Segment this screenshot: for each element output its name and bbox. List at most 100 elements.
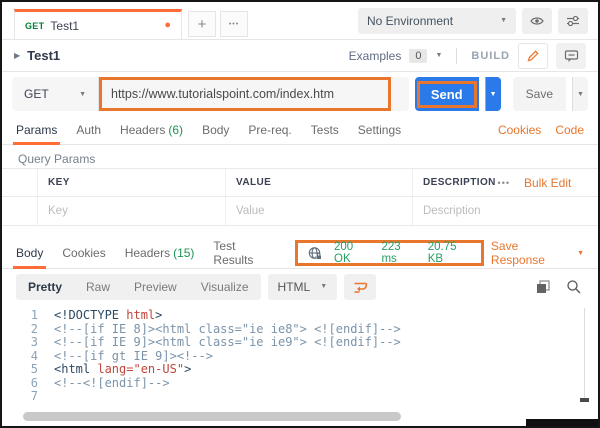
code-text: <!--[if gt IE 9]><!-->	[54, 348, 213, 363]
tab-pre-request[interactable]: Pre-req.	[248, 116, 291, 144]
value-input[interactable]: Value	[226, 197, 413, 225]
network-globe-icon	[307, 246, 323, 261]
method-selector[interactable]: GET ▼	[12, 87, 98, 101]
save-response-button[interactable]: Save Response ▼	[491, 239, 584, 267]
send-button[interactable]: Send	[414, 77, 479, 111]
comment-button[interactable]	[556, 42, 586, 69]
code-line: 7	[2, 389, 598, 404]
environment-quick-look-button[interactable]	[522, 7, 552, 34]
window-corner-block	[526, 419, 598, 426]
edit-request-button[interactable]	[518, 42, 548, 69]
format-selector[interactable]: HTML ▼	[267, 273, 338, 300]
row-select-cell[interactable]	[2, 197, 38, 225]
format-chevron-icon: ▼	[320, 283, 328, 290]
horizontal-scrollbar[interactable]	[2, 410, 598, 422]
method-value: GET	[24, 87, 49, 101]
divider	[456, 47, 458, 64]
line-number: 5	[30, 362, 38, 376]
row-select-column	[2, 169, 38, 196]
annotation-highlight-status: 200 OK 223 ms 20.75 KB	[295, 240, 484, 266]
search-icon[interactable]	[566, 279, 582, 295]
response-tab-test-results[interactable]: Test Results	[213, 238, 276, 268]
tab-auth[interactable]: Auth	[76, 116, 101, 144]
code-link[interactable]: Code	[555, 123, 584, 137]
vertical-scrollbar-thumb[interactable]	[580, 398, 589, 402]
line-number: 1	[30, 308, 38, 322]
save-button[interactable]: Save	[512, 77, 566, 111]
vertical-scrollbar[interactable]	[584, 308, 585, 402]
environment-selector[interactable]: No Environment ▼	[358, 7, 516, 34]
eye-icon	[529, 14, 545, 28]
query-params-title: Query Params	[18, 152, 96, 166]
new-tab-button[interactable]: +	[188, 11, 216, 37]
url-input[interactable]: https://www.tutorialspoint.com/index.htm	[111, 87, 334, 101]
view-mode-preview[interactable]: Preview	[122, 274, 189, 300]
send-chevron-icon: ▼	[489, 90, 497, 98]
sliders-icon	[565, 14, 581, 28]
unsaved-dot-icon: ●	[164, 19, 171, 31]
request-tab-links: Cookies Code	[498, 123, 584, 137]
response-toolbar-actions	[535, 279, 584, 295]
request-tab-test1[interactable]: GET Test1 ●	[14, 9, 182, 39]
response-time[interactable]: 223 ms	[381, 241, 416, 265]
wrap-lines-button[interactable]	[344, 273, 377, 300]
response-tab-headers[interactable]: Headers (15)	[125, 238, 195, 268]
response-tab-cookies[interactable]: Cookies	[62, 238, 105, 268]
line-number: 2	[30, 321, 38, 336]
request-tabs: Params Auth Headers (6) Body Pre-req. Tes…	[2, 116, 598, 145]
examples-label: Examples	[348, 48, 402, 63]
horizontal-scrollbar-thumb[interactable]	[23, 412, 401, 421]
response-body-code: 1 <!DOCTYPE html> 2 <!--[if IE 8]><html cla…	[2, 304, 598, 426]
code-line: 3 <!--[if IE 9]><html class="ie ie9"> <![…	[2, 335, 598, 350]
code-text: <!DOCTYPE html>	[54, 308, 163, 322]
bulk-edit-link[interactable]: Bulk Edit	[524, 176, 598, 190]
code-text: <html lang="en-US">	[54, 362, 192, 376]
column-menu-icon[interactable]: •••	[498, 178, 514, 188]
tab-body[interactable]: Body	[202, 116, 229, 144]
line-number: 4	[30, 348, 38, 363]
tab-headers[interactable]: Headers (6)	[120, 116, 183, 144]
description-input[interactable]: Description	[413, 197, 524, 225]
tab-bar: GET Test1 ● + ••• No Environment ▼	[2, 2, 598, 40]
line-number: 6	[30, 375, 38, 390]
code-lines: 1 <!DOCTYPE html> 2 <!--[if IE 8]><html cla…	[2, 308, 598, 404]
line-number: 3	[30, 335, 38, 349]
table-header-row: KEY VALUE DESCRIPTION ••• Bulk Edit	[2, 169, 598, 197]
annotation-highlight-send: Send	[416, 80, 477, 108]
save-options-button[interactable]: ▼	[572, 77, 588, 111]
response-tab-body[interactable]: Body	[12, 238, 47, 269]
method-chevron-icon: ▼	[79, 90, 86, 98]
collapse-arrow-icon[interactable]: ▶	[14, 51, 20, 60]
response-meta: 200 OK 223 ms 20.75 KB Save Response ▼	[295, 239, 584, 267]
examples-count-badge: 0	[409, 48, 428, 63]
tab-tests[interactable]: Tests	[311, 116, 339, 144]
code-line: 4 <!--[if gt IE 9]><!-->	[2, 348, 598, 364]
send-options-button[interactable]: ▼	[484, 77, 501, 111]
code-line: 1 <!DOCTYPE html>	[2, 308, 598, 323]
tab-settings[interactable]: Settings	[358, 116, 401, 144]
status-badge[interactable]: 200 OK	[334, 241, 370, 265]
response-tabs: Body Cookies Headers (15) Test Results 20…	[2, 238, 598, 269]
code-text: <!--<![endif]-->	[54, 375, 170, 390]
code-line: 2 <!--[if IE 8]><html class="ie ie8"> <![…	[2, 321, 598, 337]
code-text: <!--[if IE 8]><html class="ie ie8"> <![e…	[54, 321, 401, 336]
view-mode-pretty[interactable]: Pretty	[16, 274, 74, 300]
response-size[interactable]: 20.75 KB	[428, 241, 472, 265]
headers-count: (6)	[168, 123, 184, 137]
column-header-key: KEY	[38, 169, 226, 196]
tab-menu-button[interactable]: •••	[220, 11, 248, 37]
view-mode-visualize[interactable]: Visualize	[189, 274, 261, 300]
pencil-icon	[526, 49, 540, 63]
key-input[interactable]: Key	[38, 197, 226, 225]
copy-icon[interactable]	[535, 279, 551, 295]
column-header-description: DESCRIPTION •••	[413, 169, 524, 196]
settings-button[interactable]	[558, 7, 588, 34]
tab-params[interactable]: Params	[12, 116, 61, 145]
code-line: 6 <!--<![endif]-->	[2, 375, 598, 391]
view-mode-raw[interactable]: Raw	[74, 274, 122, 300]
examples-chevron-icon[interactable]: ▼	[435, 52, 442, 59]
cookies-link[interactable]: Cookies	[498, 123, 541, 137]
code-line: 5 <html lang="en-US">	[2, 362, 598, 377]
postman-app-window: GET Test1 ● + ••• No Environment ▼ ▶ Tes…	[0, 0, 600, 428]
